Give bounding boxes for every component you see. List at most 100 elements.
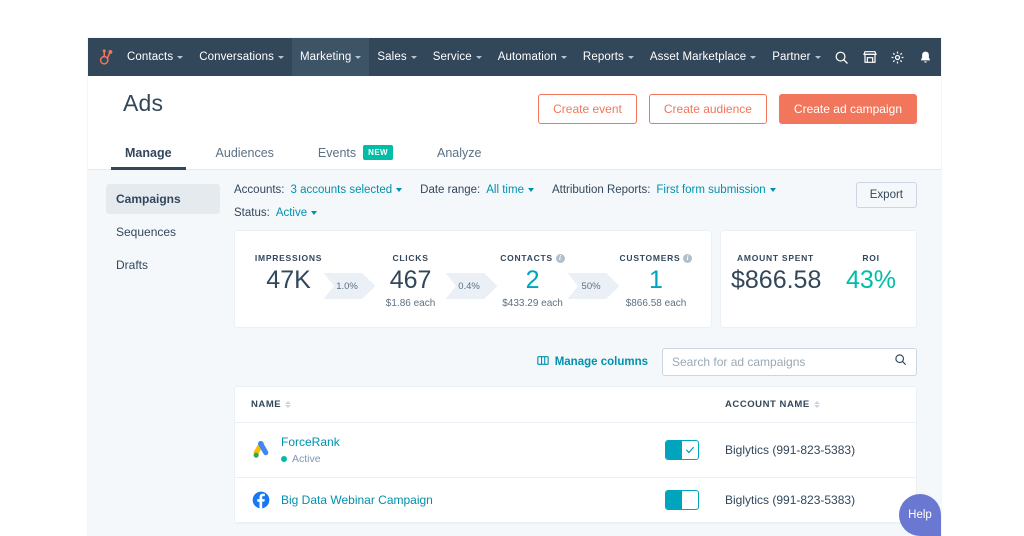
attribution-filter-label: Attribution Reports: (552, 184, 650, 196)
nav-item-conversations[interactable]: Conversations (191, 38, 292, 76)
tab-manage[interactable]: Manage (123, 137, 174, 169)
nav-item-label: Reports (583, 51, 624, 63)
screenshot-root: Contacts Conversations Marketing Sales S… (0, 0, 1024, 536)
table-row[interactable]: Big Data Webinar Campaign Biglytics (991… (235, 478, 916, 523)
metric-customers: CUSTOMERS i 1 $866.58 each (620, 253, 693, 309)
table-row[interactable]: ForceRank Active (235, 423, 916, 478)
sidebar-item-campaigns[interactable]: Campaigns (106, 184, 220, 214)
page-header: Ads Create event Create audience Create … (88, 76, 941, 170)
nav-item-asset-marketplace[interactable]: Asset Marketplace (642, 38, 764, 76)
metric-label: IMPRESSIONS (254, 253, 324, 263)
campaign-search-box[interactable] (662, 348, 917, 376)
nav-item-label: Automation (498, 51, 557, 63)
nav-item-label: Partner (772, 51, 810, 63)
spend-roi-row: AMOUNT SPENT $866.58 ROI 43% (731, 253, 906, 293)
metric-value: $866.58 (731, 267, 820, 293)
hubspot-sprocket-icon[interactable] (96, 43, 115, 71)
campaign-status-toggle[interactable] (665, 440, 699, 460)
main-content: Export Accounts: 3 accounts selected Dat… (220, 170, 941, 515)
nav-item-service[interactable]: Service (425, 38, 490, 76)
chevron-down-icon (750, 56, 756, 59)
metric-label: CUSTOMERS i (620, 253, 693, 263)
chevron-down-icon (770, 188, 776, 192)
sort-icon[interactable] (814, 401, 820, 408)
global-navigation-bar: Contacts Conversations Marketing Sales S… (88, 38, 941, 76)
nav-item-partner[interactable]: Partner (764, 38, 828, 76)
nav-item-reports[interactable]: Reports (575, 38, 642, 76)
column-header-label: ACCOUNT NAME (725, 399, 810, 410)
export-button[interactable]: Export (856, 182, 917, 208)
create-audience-button[interactable]: Create audience (649, 94, 767, 124)
nav-item-label: Sales (377, 51, 406, 63)
column-header-name[interactable]: NAME (251, 399, 725, 410)
metric-value: 43% (836, 267, 906, 293)
tab-audiences[interactable]: Audiences (214, 137, 276, 169)
nav-item-sales[interactable]: Sales (369, 38, 424, 76)
conversion-rate: 0.4% (458, 281, 485, 292)
cell-campaign-name: ForceRank Active (251, 435, 665, 465)
metric-label: AMOUNT SPENT (731, 253, 820, 263)
campaign-name-link[interactable]: ForceRank (281, 435, 340, 449)
chevron-down-icon (355, 56, 361, 59)
tab-label: Analyze (437, 146, 481, 160)
sidebar-item-sequences[interactable]: Sequences (106, 217, 220, 247)
chevron-down-icon (628, 56, 634, 59)
settings-gear-icon[interactable] (885, 44, 911, 70)
conversion-funnel: IMPRESSIONS 47K 1.0% (245, 253, 701, 309)
metric-clicks: CLICKS 467 $1.86 each (376, 253, 446, 309)
left-sidebar: Campaigns Sequences Drafts (88, 170, 220, 515)
funnel-metrics-card: IMPRESSIONS 47K 1.0% (234, 230, 712, 328)
page-tabs: Manage Audiences Events NEW Analyze (123, 137, 917, 169)
tab-analyze[interactable]: Analyze (435, 137, 483, 169)
campaign-name-link[interactable]: Big Data Webinar Campaign (281, 493, 433, 507)
date-range-filter-dropdown[interactable]: All time (486, 184, 534, 196)
metric-value: 47K (254, 267, 324, 293)
sidebar-item-drafts[interactable]: Drafts (106, 250, 220, 280)
date-range-filter-value: All time (486, 184, 524, 196)
metric-label: ROI (836, 253, 906, 263)
campaign-status-toggle[interactable] (665, 490, 699, 510)
hubspot-app-window: Contacts Conversations Marketing Sales S… (88, 38, 941, 536)
column-header-label: NAME (251, 399, 281, 410)
marketplace-icon[interactable] (857, 44, 883, 70)
metric-label: CONTACTS i (498, 253, 568, 263)
campaign-name-block: Big Data Webinar Campaign (281, 493, 433, 507)
chevron-down-icon (311, 211, 317, 215)
facebook-ads-icon (251, 490, 271, 510)
status-filter-dropdown[interactable]: Active (276, 207, 317, 219)
notifications-bell-icon[interactable] (913, 44, 939, 70)
create-event-button[interactable]: Create event (538, 94, 637, 124)
column-header-account-name[interactable]: ACCOUNT NAME (725, 399, 900, 410)
nav-item-marketing[interactable]: Marketing (292, 38, 369, 76)
chevron-down-icon (396, 188, 402, 192)
metric-value: 2 (498, 267, 568, 293)
campaign-status: Active (281, 453, 340, 465)
nav-item-automation[interactable]: Automation (490, 38, 575, 76)
metric-roi: ROI 43% (836, 253, 906, 293)
sort-icon[interactable] (285, 401, 291, 408)
nav-item-label: Asset Marketplace (650, 51, 746, 63)
tab-events[interactable]: Events NEW (316, 137, 395, 169)
status-label: Active (292, 453, 321, 465)
accounts-filter-dropdown[interactable]: 3 accounts selected (291, 184, 403, 196)
search-icon[interactable] (894, 353, 907, 371)
create-ad-campaign-button[interactable]: Create ad campaign (779, 94, 917, 124)
page-body: Campaigns Sequences Drafts Export Accoun… (88, 170, 941, 515)
manage-columns-button[interactable]: Manage columns (537, 355, 648, 369)
attribution-filter-dropdown[interactable]: First form submission (656, 184, 775, 196)
check-icon (682, 491, 698, 509)
campaigns-table: NAME ACCOUNT NAME (234, 386, 917, 524)
search-icon[interactable] (829, 44, 855, 70)
help-widget-button[interactable]: Help (899, 494, 941, 536)
info-icon[interactable]: i (683, 254, 692, 263)
cell-account-name: Biglytics (991-823-5383) (725, 443, 900, 457)
funnel-conversion-arrow-1: 1.0% (324, 273, 376, 299)
new-badge: NEW (363, 145, 393, 160)
conversion-rate: 50% (582, 281, 606, 292)
search-input[interactable] (672, 355, 888, 369)
nav-item-label: Service (433, 51, 472, 63)
nav-item-contacts[interactable]: Contacts (119, 38, 191, 76)
filter-bar: Accounts: 3 accounts selected Date range… (234, 184, 917, 219)
check-icon (682, 441, 698, 459)
info-icon[interactable]: i (556, 254, 565, 263)
